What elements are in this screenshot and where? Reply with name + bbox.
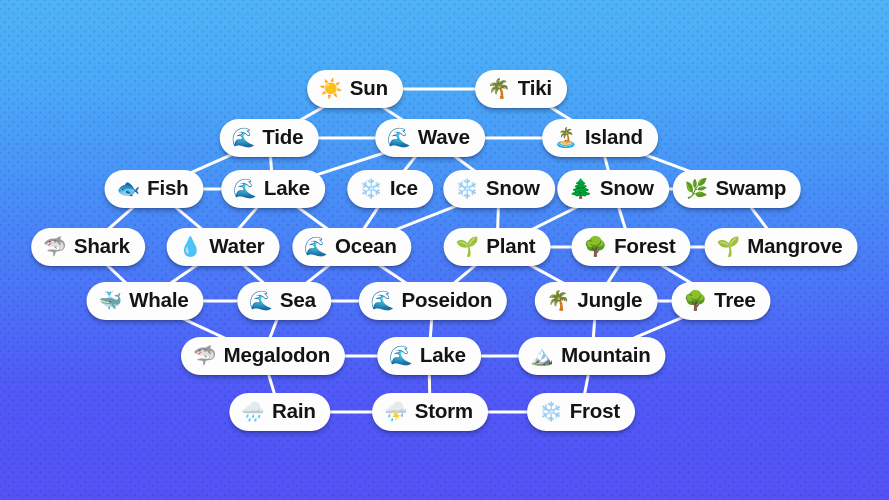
fish-icon: 🐟 (116, 178, 141, 200)
element-node-plant[interactable]: 🌱 Plant (443, 228, 551, 266)
element-node-snow2[interactable]: 🌲 Snow (557, 170, 669, 208)
palm-tree-icon: 🌴 (546, 290, 571, 312)
element-node-label: Lake (419, 343, 466, 367)
sun-icon: ☀️ (319, 78, 343, 100)
element-node-mangrove[interactable]: 🌱 Mangrove (704, 228, 858, 266)
element-node-storm[interactable]: ⛈️ Storm (372, 393, 488, 431)
element-node-megalodon[interactable]: 🦈 Megalodon (180, 337, 346, 375)
element-node-label: Ocean (335, 234, 397, 258)
element-node-label: Sun (349, 76, 388, 100)
element-node-island[interactable]: 🏝️ Island (542, 119, 658, 157)
element-node-label: Snow (485, 176, 540, 200)
wave-icon: 🌊 (233, 178, 257, 200)
element-node-frost[interactable]: ❄️ Frost (527, 393, 635, 431)
element-node-label: Frost (569, 399, 620, 423)
element-node-label: Water (209, 234, 265, 258)
herb-icon: 🌿 (684, 178, 709, 200)
wave-icon: 🌊 (370, 290, 395, 312)
wave-icon: 🌊 (387, 127, 411, 149)
tech-tree-canvas: ☀️ Sun 🌴 Tiki 🌊 Tide 🌊 Wave 🏝️ Island 🐟 Fish 🌊 Lake ❄️… (0, 0, 889, 500)
desert-island-icon: 🏝️ (554, 127, 578, 149)
element-node-label: Tiki (517, 76, 552, 100)
element-node-label: Wave (417, 125, 470, 149)
element-node-shark[interactable]: 🦈 Shark (31, 228, 145, 266)
element-node-mountain[interactable]: 🏔️ Mountain (518, 337, 666, 375)
element-node-label: Whale (129, 288, 189, 312)
palm-tree-icon: 🌴 (487, 78, 511, 100)
element-node-jungle[interactable]: 🌴 Jungle (534, 282, 658, 320)
element-node-poseidon[interactable]: 🌊 Poseidon (358, 282, 508, 320)
wave-icon: 🌊 (231, 127, 256, 149)
element-node-label: Forest (614, 234, 676, 258)
droplet-icon: 💧 (178, 236, 203, 258)
wave-icon: 🌊 (389, 345, 413, 367)
element-node-sea[interactable]: 🌊 Sea (237, 282, 331, 320)
thunder-cloud-icon: ⛈️ (384, 401, 408, 423)
element-node-lake1[interactable]: 🌊 Lake (221, 170, 325, 208)
element-node-ice[interactable]: ❄️ Ice (347, 170, 433, 208)
rain-cloud-icon: 🌧️ (241, 401, 266, 423)
element-node-swamp[interactable]: 🌿 Swamp (672, 170, 802, 208)
element-node-wave[interactable]: 🌊 Wave (375, 119, 485, 157)
element-node-whale[interactable]: 🐳 Whale (86, 282, 204, 320)
element-node-fish[interactable]: 🐟 Fish (104, 170, 204, 208)
shark-icon: 🦈 (192, 345, 217, 367)
element-node-lake2[interactable]: 🌊 Lake (377, 337, 481, 375)
wave-icon: 🌊 (304, 236, 328, 258)
element-node-label: Rain (272, 399, 316, 423)
whale-icon: 🐳 (98, 290, 123, 312)
shark-icon: 🦈 (43, 236, 67, 258)
element-node-label: Island (584, 125, 643, 149)
element-node-sun[interactable]: ☀️ Sun (307, 70, 403, 108)
seedling-icon: 🌱 (716, 236, 741, 258)
snowflake-icon: ❄️ (455, 178, 479, 200)
element-node-tide[interactable]: 🌊 Tide (219, 119, 319, 157)
element-node-snow1[interactable]: ❄️ Snow (443, 170, 555, 208)
element-node-tiki[interactable]: 🌴 Tiki (475, 70, 567, 108)
element-node-tree[interactable]: 🌳 Tree (671, 282, 771, 320)
element-node-label: Snow (599, 176, 654, 200)
element-node-label: Storm (414, 399, 473, 423)
element-node-label: Plant (486, 234, 536, 258)
element-node-forest[interactable]: 🌳 Forest (571, 228, 691, 266)
element-node-label: Ice (389, 176, 418, 200)
wave-icon: 🌊 (249, 290, 273, 312)
element-node-label: Mangrove (747, 234, 843, 258)
element-node-label: Sea (279, 288, 316, 312)
element-node-label: Swamp (715, 176, 787, 200)
element-node-label: Lake (263, 176, 310, 200)
element-node-ocean[interactable]: 🌊 Ocean (292, 228, 412, 266)
snowflake-icon: ❄️ (539, 401, 563, 423)
element-node-rain[interactable]: 🌧️ Rain (229, 393, 331, 431)
deciduous-tree-icon: 🌳 (683, 290, 708, 312)
element-node-label: Mountain (561, 343, 651, 367)
deciduous-tree-icon: 🌳 (583, 236, 608, 258)
element-node-label: Fish (147, 176, 189, 200)
element-node-water[interactable]: 💧 Water (166, 228, 280, 266)
element-node-label: Tree (714, 288, 756, 312)
evergreen-tree-icon: 🌲 (569, 178, 593, 200)
element-node-label: Megalodon (223, 343, 331, 367)
element-node-label: Shark (73, 234, 130, 258)
element-node-label: Jungle (577, 288, 643, 312)
seedling-icon: 🌱 (455, 236, 480, 258)
mountain-icon: 🏔️ (530, 345, 555, 367)
element-node-label: Poseidon (401, 288, 493, 312)
element-node-label: Tide (262, 125, 304, 149)
snowflake-icon: ❄️ (359, 178, 383, 200)
